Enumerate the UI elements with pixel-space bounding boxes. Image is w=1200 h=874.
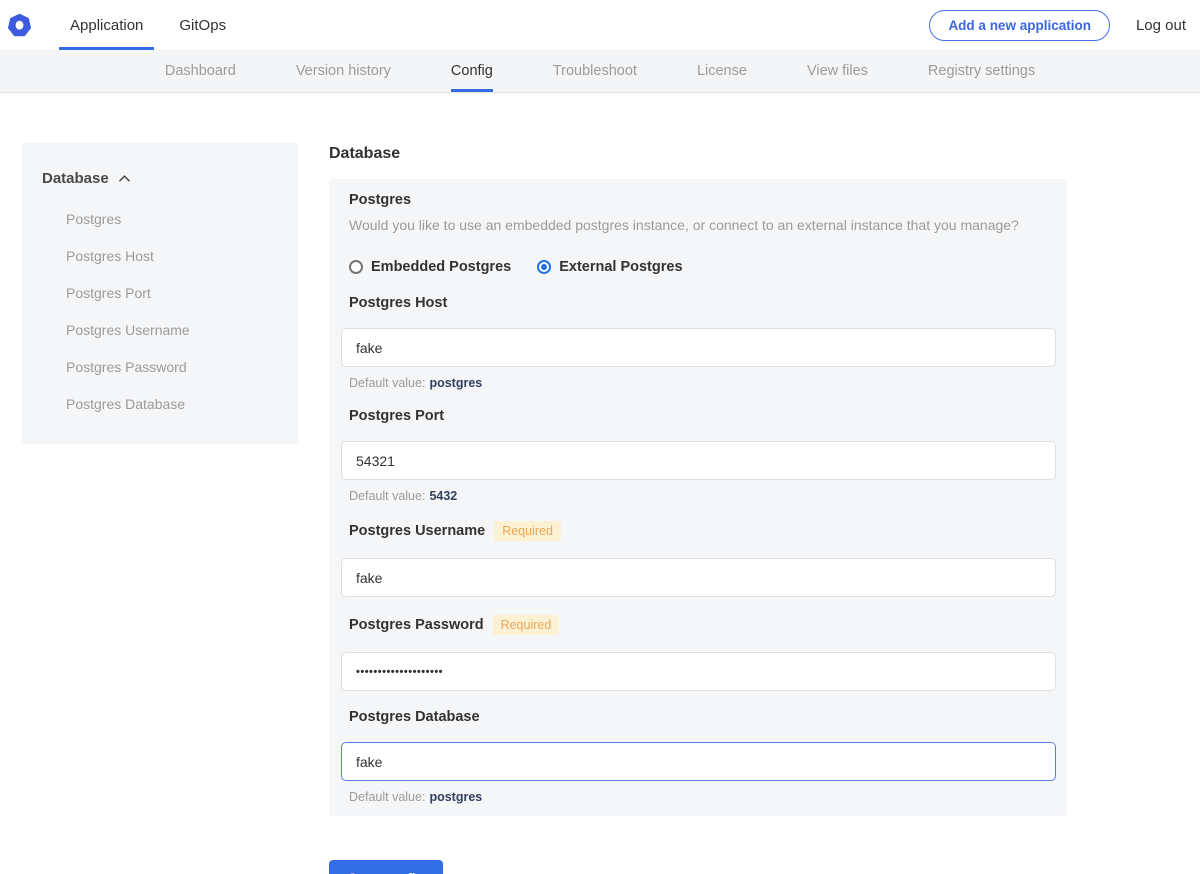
group-help-text: Would you like to use an embedded postgr… <box>349 217 1056 233</box>
postgres-port-input[interactable] <box>341 441 1056 480</box>
external-postgres-label: External Postgres <box>559 259 682 275</box>
field-label: Postgres Password <box>349 617 484 633</box>
sidebar-item-postgres-password[interactable]: Postgres Password <box>42 348 278 385</box>
hint-value: 5432 <box>429 489 457 503</box>
subnav-version-history[interactable]: Version history <box>296 50 391 92</box>
required-badge: Required <box>493 615 560 635</box>
tab-gitops-label: GitOps <box>179 17 226 34</box>
config-main: Database Postgres Would you like to use … <box>329 143 1067 874</box>
sidebar-item-postgres-port[interactable]: Postgres Port <box>42 274 278 311</box>
postgres-port-label-row: Postgres Port <box>349 408 1056 424</box>
hint-label: Default value: <box>349 790 425 804</box>
hint-label: Default value: <box>349 376 425 390</box>
field-label: Postgres Database <box>349 709 480 725</box>
sidebar-item-postgres[interactable]: Postgres <box>42 200 278 237</box>
subnav-license[interactable]: License <box>697 50 747 92</box>
default-value-hint: Default value: 5432 <box>349 489 1056 503</box>
hint-value: postgres <box>429 376 482 390</box>
postgres-host-input[interactable] <box>341 328 1056 367</box>
top-nav: Application GitOps Add a new application… <box>0 0 1200 50</box>
tab-application[interactable]: Application <box>59 0 154 50</box>
postgres-host-label-row: Postgres Host <box>349 295 1056 311</box>
app-sub-nav: Dashboard Version history Config Trouble… <box>0 50 1200 93</box>
sidebar-item-postgres-host[interactable]: Postgres Host <box>42 237 278 274</box>
radio-unselected-icon <box>349 260 363 274</box>
radio-selected-icon <box>537 260 551 274</box>
page-title: Database <box>329 145 1067 163</box>
config-sidebar: Database Postgres Postgres Host Postgres… <box>22 143 298 444</box>
hint-label: Default value: <box>349 489 425 503</box>
sidebar-item-postgres-database[interactable]: Postgres Database <box>42 385 278 422</box>
default-value-hint: Default value: postgres <box>349 376 1056 390</box>
subnav-troubleshoot[interactable]: Troubleshoot <box>553 50 637 92</box>
sidebar-group-database[interactable]: Database <box>42 170 278 187</box>
tab-gitops[interactable]: GitOps <box>168 0 237 50</box>
postgres-database-label-row: Postgres Database <box>349 709 1056 725</box>
postgres-type-radio-group: Embedded Postgres External Postgres <box>349 259 1056 275</box>
app-tabs: Application GitOps <box>59 0 237 50</box>
config-group-card: Postgres Would you like to use an embedd… <box>329 179 1067 816</box>
postgres-username-input[interactable] <box>341 558 1056 597</box>
hint-value: postgres <box>429 790 482 804</box>
postgres-password-label-row: Postgres Password Required <box>349 615 1056 635</box>
chevron-up-icon <box>118 174 131 183</box>
sidebar-group-label: Database <box>42 170 109 187</box>
group-label: Postgres <box>349 192 1056 208</box>
embedded-postgres-label: Embedded Postgres <box>371 259 511 275</box>
external-postgres-radio[interactable]: External Postgres <box>537 259 682 275</box>
subnav-config[interactable]: Config <box>451 50 493 92</box>
sidebar-item-postgres-username[interactable]: Postgres Username <box>42 311 278 348</box>
field-label: Postgres Port <box>349 408 444 424</box>
subnav-view-files[interactable]: View files <box>807 50 868 92</box>
add-new-application-button[interactable]: Add a new application <box>929 10 1110 41</box>
subnav-dashboard[interactable]: Dashboard <box>165 50 236 92</box>
sidebar-items: Postgres Postgres Host Postgres Port Pos… <box>42 200 278 422</box>
field-label: Postgres Username <box>349 523 485 539</box>
save-config-button[interactable]: Save config <box>329 860 443 874</box>
postgres-username-label-row: Postgres Username Required <box>349 521 1056 541</box>
field-label: Postgres Host <box>349 295 447 311</box>
tab-application-label: Application <box>70 17 143 34</box>
config-content: Database Postgres Postgres Host Postgres… <box>0 143 1200 874</box>
embedded-postgres-radio[interactable]: Embedded Postgres <box>349 259 511 275</box>
app-logo[interactable] <box>8 0 31 50</box>
logout-link[interactable]: Log out <box>1136 17 1186 34</box>
required-badge: Required <box>494 521 561 541</box>
postgres-password-input[interactable] <box>341 652 1056 691</box>
app-logo-icon <box>8 14 31 37</box>
postgres-database-input[interactable] <box>341 742 1056 781</box>
default-value-hint: Default value: postgres <box>349 790 1056 804</box>
subnav-registry-settings[interactable]: Registry settings <box>928 50 1035 92</box>
